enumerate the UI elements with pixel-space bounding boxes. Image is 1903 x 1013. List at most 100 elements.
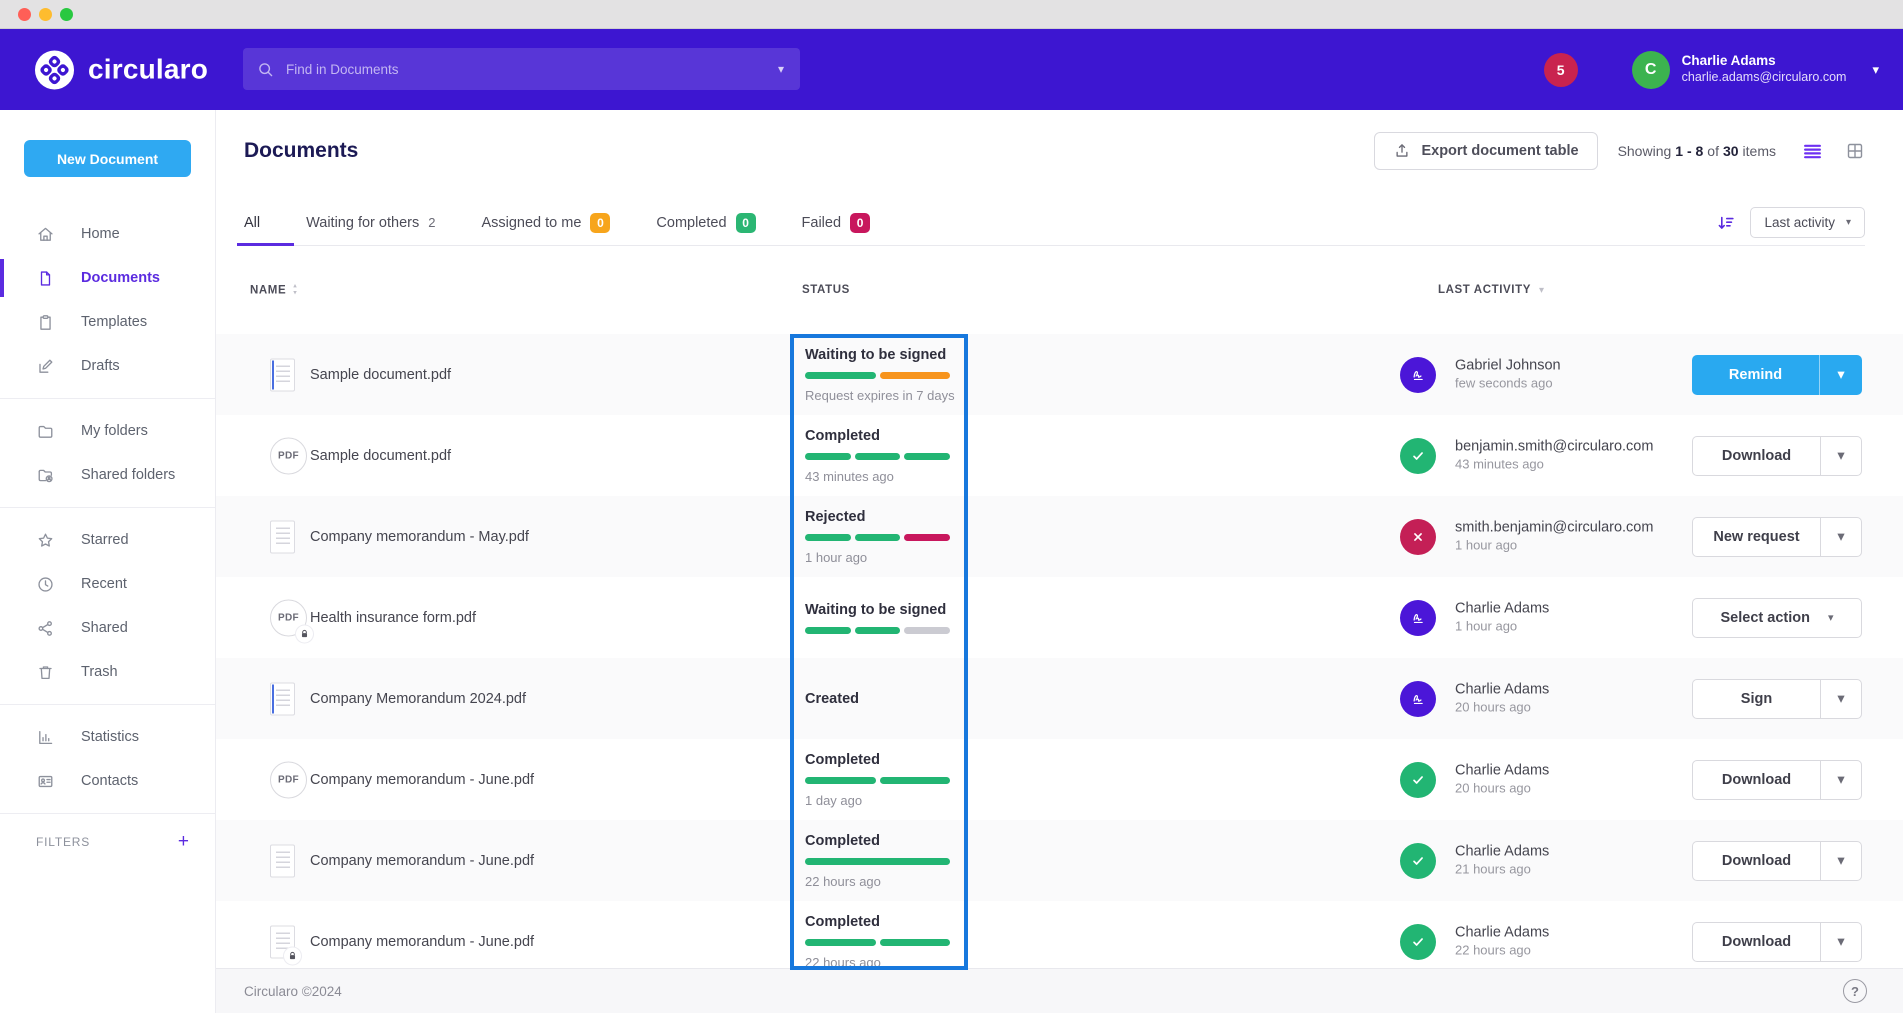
tab-all[interactable]: All (244, 200, 260, 245)
sidebar-item-my-folders[interactable]: My folders (0, 409, 215, 453)
file-icon-cell: PDF (270, 599, 307, 636)
sidebar-item-label: Documents (81, 270, 160, 286)
sidebar-item-contacts[interactable]: Contacts (0, 759, 215, 803)
notifications-badge[interactable]: 5 (1544, 53, 1578, 87)
tab-completed[interactable]: Completed0 (656, 200, 755, 245)
sidebar-item-label: Starred (81, 532, 129, 548)
progress-segment (805, 453, 851, 460)
user-avatar: C (1632, 51, 1670, 89)
last-activity-cell: Gabriel Johnsonfew seconds ago (1455, 356, 1561, 393)
status-label: Rejected (805, 509, 955, 525)
main-content: Documents Export document table Showing1… (216, 110, 1903, 1013)
sidebar-item-shared[interactable]: Shared (0, 606, 215, 650)
sort-caret-icon: ▾ (1846, 217, 1851, 228)
progress-segment (880, 777, 951, 784)
search-input[interactable] (286, 62, 776, 77)
sidebar-divider (0, 398, 215, 399)
user-email: charlie.adams@circularo.com (1682, 70, 1847, 86)
actor-name: smith.benjamin@circularo.com (1455, 518, 1653, 537)
sidebar-item-label: Statistics (81, 729, 139, 745)
download-dropdown-button[interactable]: ▾ (1820, 436, 1862, 476)
brand-logo[interactable]: circularo (34, 49, 208, 90)
add-filter-button[interactable]: + (178, 832, 189, 851)
last-activity-cell: Charlie Adams1 hour ago (1455, 599, 1549, 636)
pdf-file-icon: PDF (270, 437, 307, 474)
brand-name: circularo (88, 54, 208, 86)
progress-segment (904, 534, 950, 541)
search-scope-caret-icon[interactable]: ▾ (776, 58, 786, 80)
sidebar-item-label: Trash (81, 664, 118, 680)
tab-count-badge: 0 (850, 213, 870, 233)
download-button[interactable]: Download (1692, 760, 1820, 800)
table-row: PDFHealth insurance form.pdfWaiting to b… (216, 577, 1903, 658)
name-sort-icon: ▴▾ (293, 283, 297, 296)
grid-view-icon[interactable] (1845, 141, 1865, 161)
table-row: Company memorandum - June.pdfCompleted22… (216, 820, 1903, 901)
progress-segment (880, 939, 951, 946)
download-dropdown-button[interactable]: ▾ (1820, 760, 1862, 800)
new-document-button[interactable]: New Document (24, 140, 191, 177)
sidebar-item-templates[interactable]: Templates (0, 300, 215, 344)
tab-failed[interactable]: Failed 0 (802, 200, 871, 245)
macos-titlebar (0, 0, 1903, 29)
activity-time: 22 hours ago (1455, 942, 1549, 960)
sidebar-item-drafts[interactable]: Drafts (0, 344, 215, 388)
new-request-dropdown-button[interactable]: ▾ (1820, 517, 1862, 557)
sort-direction-icon[interactable] (1716, 213, 1736, 233)
sidebar-item-shared-folders[interactable]: Shared folders (0, 453, 215, 497)
file-icon-cell: PDF (270, 761, 307, 798)
filters-row: FILTERS + (0, 824, 215, 851)
zoom-window-button[interactable] (60, 8, 73, 21)
close-window-button[interactable] (18, 8, 31, 21)
column-header-name[interactable]: NAME ▴▾ (250, 283, 297, 296)
remind-button[interactable]: Remind (1692, 355, 1820, 395)
sidebar-item-statistics[interactable]: Statistics (0, 715, 215, 759)
minimize-window-button[interactable] (39, 8, 52, 21)
status-cell: Completed22 hours ago (805, 914, 955, 970)
tab-count-badge: 2 (428, 215, 435, 230)
user-menu[interactable]: C Charlie Adams charlie.adams@circularo.… (1632, 51, 1879, 89)
check-icon (1400, 924, 1436, 960)
file-name: Sample document.pdf (310, 367, 451, 383)
sidebar-divider (0, 704, 215, 705)
sign-button[interactable]: Sign (1692, 679, 1820, 719)
sidebar-item-starred[interactable]: Starred (0, 518, 215, 562)
sign-dropdown-button[interactable]: ▾ (1820, 679, 1862, 719)
progress-bar (805, 372, 950, 379)
sidebar-divider (0, 813, 215, 814)
sidebar-item-documents[interactable]: Documents (0, 256, 215, 300)
tab-label: Failed (802, 215, 842, 231)
download-button[interactable]: Download (1692, 922, 1820, 962)
sidebar-item-home[interactable]: Home (0, 212, 215, 256)
download-dropdown-button[interactable]: ▾ (1820, 841, 1862, 881)
remind-dropdown-button[interactable]: ▾ (1820, 355, 1862, 395)
help-icon[interactable]: ? (1843, 979, 1867, 1003)
action-cell: Download▾ (1692, 922, 1862, 962)
tab-waiting-for-others[interactable]: Waiting for others2 (306, 200, 435, 245)
select-action-button[interactable]: Select action▾ (1692, 598, 1862, 638)
document-thumbnail-icon (270, 520, 295, 553)
column-header-last-activity[interactable]: LAST ACTIVITY ▾ (1438, 284, 1545, 296)
download-button[interactable]: Download (1692, 841, 1820, 881)
download-dropdown-button[interactable]: ▾ (1820, 922, 1862, 962)
sort-by-dropdown[interactable]: Last activity ▾ (1750, 207, 1865, 238)
file-icon-cell (270, 844, 295, 877)
sidebar-item-trash[interactable]: Trash (0, 650, 215, 694)
filters-label: FILTERS (36, 835, 90, 849)
tab-assigned-to-me[interactable]: Assigned to me0 (481, 200, 610, 245)
list-view-icon[interactable] (1802, 141, 1823, 162)
copyright-text: Circularo ©2024 (244, 984, 342, 999)
new-request-button[interactable]: New request (1692, 517, 1820, 557)
search-bar[interactable]: ▾ (243, 48, 800, 90)
check-icon (1400, 438, 1436, 474)
template-icon (36, 313, 55, 332)
sidebar-item-recent[interactable]: Recent (0, 562, 215, 606)
activity-time: 21 hours ago (1455, 861, 1549, 879)
status-note: 22 hours ago (805, 874, 955, 889)
export-document-table-button[interactable]: Export document table (1374, 132, 1597, 170)
document-icon (36, 269, 55, 288)
download-button[interactable]: Download (1692, 436, 1820, 476)
table-row: Sample document.pdfWaiting to be signedR… (216, 334, 1903, 415)
status-label: Completed (805, 833, 955, 849)
user-name: Charlie Adams (1682, 53, 1847, 70)
